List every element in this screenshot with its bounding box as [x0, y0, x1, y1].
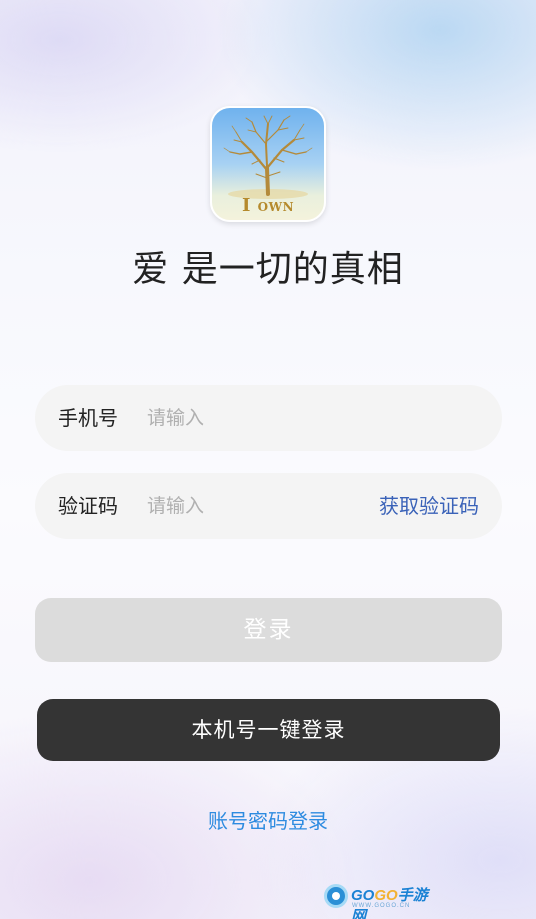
watermark: GOGO手游网 WWW.GOGO.CN	[324, 882, 434, 919]
phone-field: 手机号	[35, 385, 502, 451]
phone-input[interactable]	[147, 398, 347, 438]
password-login-link[interactable]: 账号密码登录	[0, 805, 536, 834]
phone-label: 手机号	[58, 406, 118, 430]
gogo-logo-icon	[324, 884, 348, 908]
app-slogan: 爱 是一切的真相	[132, 249, 404, 290]
code-label: 验证码	[58, 494, 118, 518]
one-key-login-button[interactable]: 本机号一键登录	[37, 699, 500, 761]
get-code-button[interactable]: 获取验证码	[379, 473, 479, 539]
login-button[interactable]: 登录	[35, 598, 502, 662]
code-field: 验证码 获取验证码	[35, 473, 502, 539]
logo-wordmark: I OWN	[241, 195, 295, 216]
code-input[interactable]	[147, 486, 347, 526]
app-logo: I OWN	[210, 106, 326, 222]
